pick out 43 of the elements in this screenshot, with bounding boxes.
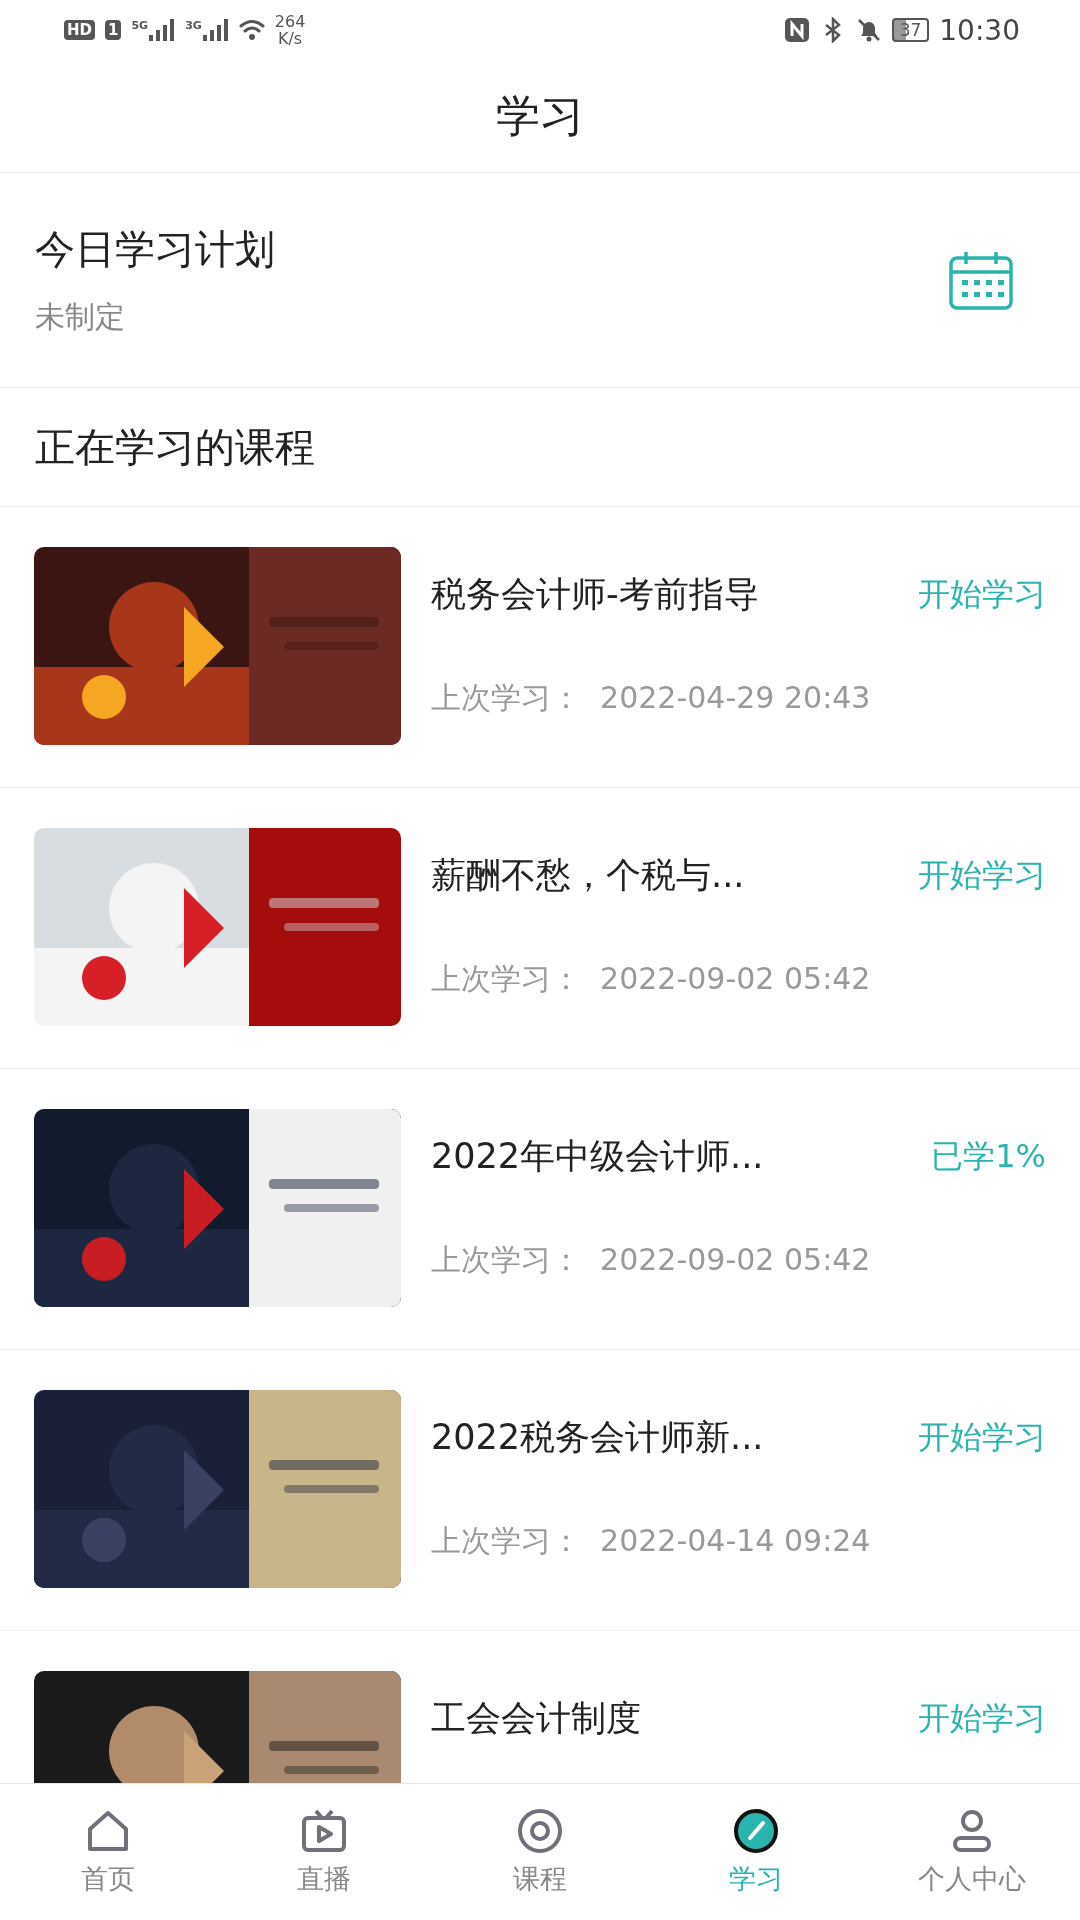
study-button[interactable]: 已学1% (931, 1134, 1046, 1179)
course-title: 工会会计制度 (431, 1697, 641, 1740)
nav-tab[interactable]: 课程 (432, 1784, 648, 1920)
last-study-time: 上次学习： 2022-04-14 09:24 (431, 1522, 872, 1560)
status-badge: 1 (105, 20, 122, 40)
nav-tab[interactable]: 直播 (216, 1784, 432, 1920)
target-icon (516, 1807, 564, 1855)
network-label: 3G (185, 19, 202, 32)
course-title: 税务会计师-考前指导 (431, 573, 759, 616)
study-button[interactable]: 开始学习 (918, 572, 1046, 617)
study-button[interactable]: 开始学习 (918, 1415, 1046, 1460)
speed-value: 264 (274, 13, 306, 30)
page-title: 学习 (496, 88, 584, 143)
last-study-time: 上次学习： 2022-09-02 05:42 (431, 1241, 872, 1279)
course-item[interactable]: 2022年中级会计师... 已学1% 上次学习： 2022-09-02 05:42 (0, 1069, 1080, 1350)
network-label: 5G (131, 19, 149, 32)
nav-tab[interactable]: 个人中心 (864, 1784, 1080, 1920)
course-title: 2022年中级会计师... (431, 1135, 764, 1178)
course-item[interactable]: 税务会计师-考前指导 开始学习 上次学习： 2022-04-29 20:43 (0, 507, 1080, 788)
calendar-icon[interactable] (948, 250, 1014, 310)
speed-unit: K/s (278, 30, 303, 47)
section-title: 正在学习的课程 (35, 422, 315, 472)
signal-icon (149, 19, 176, 41)
study-button[interactable]: 开始学习 (918, 1696, 1046, 1741)
bell-off-icon (855, 17, 882, 43)
status-badge: HD (64, 20, 95, 40)
clock-time: 10:30 (939, 13, 1020, 47)
course-item[interactable]: 2022税务会计师新... 开始学习 上次学习： 2022-04-14 09:24 (0, 1350, 1080, 1631)
course-item[interactable]: 薪酬不愁，个税与... 开始学习 上次学习： 2022-09-02 05:42 (0, 788, 1080, 1069)
course-title: 2022税务会计师新... (431, 1416, 764, 1459)
last-study-time: 上次学习： 2022-04-29 20:43 (431, 679, 872, 717)
signal-icon (202, 19, 229, 41)
nav-tab[interactable]: 学习 (648, 1784, 864, 1920)
course-title: 薪酬不愁，个税与... (431, 854, 745, 897)
nav-tab[interactable]: 首页 (0, 1784, 216, 1920)
plan-status: 未制定 (35, 298, 126, 336)
nfc-icon (783, 17, 810, 43)
tv-icon (300, 1807, 348, 1855)
compass-icon (732, 1807, 780, 1855)
study-button[interactable]: 开始学习 (918, 853, 1046, 898)
wifi-icon (238, 17, 265, 43)
plan-title: 今日学习计划 (35, 225, 275, 274)
last-study-time: 上次学习： 2022-09-02 05:42 (431, 960, 872, 998)
